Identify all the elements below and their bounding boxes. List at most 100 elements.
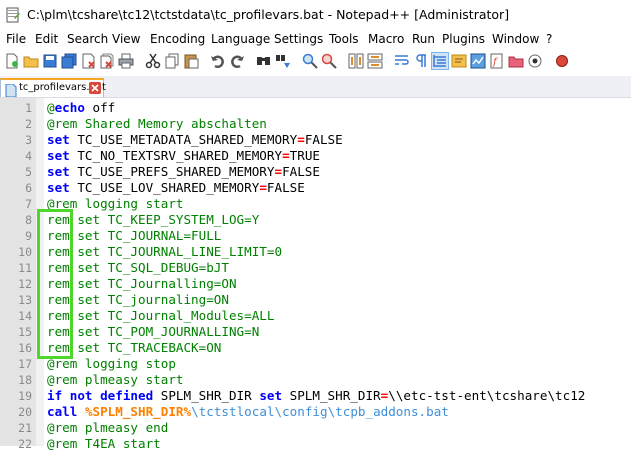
code-line[interactable]: 8 rem set TC_KEEP_SYSTEM_LOG=Y xyxy=(0,212,631,228)
menu-settings[interactable]: Settings xyxy=(274,32,323,46)
code-token: @rem plmeasy start xyxy=(47,372,184,387)
window-title: C:\plm\tcshare\tc12\tctstdata\tc_profile… xyxy=(27,7,510,22)
zoom-out-icon[interactable] xyxy=(321,53,337,69)
code-line[interactable]: 14 rem set TC_Journal_Modules=ALL xyxy=(0,308,631,324)
code-line[interactable]: 10 rem set TC_JOURNAL_LINE_LIMIT=0 xyxy=(0,244,631,260)
file-icon xyxy=(5,82,17,98)
menu-view[interactable]: View xyxy=(112,32,140,46)
code-text: @echo off xyxy=(47,100,115,115)
user-language-icon[interactable] xyxy=(451,53,467,69)
code-editor[interactable]: 1 @echo off 2 @rem Shared Memory abschalten… xyxy=(0,98,631,451)
code-token: set xyxy=(47,148,70,163)
code-line[interactable]: 21 @rem plmeasy end xyxy=(0,420,631,436)
line-number: 6 xyxy=(25,181,32,195)
code-token: SPLM_SHR_DIR xyxy=(282,388,381,403)
menu-help[interactable]: ? xyxy=(546,32,552,46)
code-token: rem set TC_journaling=ON xyxy=(47,292,229,307)
sync-vertical-icon[interactable] xyxy=(348,53,364,69)
code-text: rem set TC_SQL_DEBUG=bJT xyxy=(47,260,229,275)
redo-icon[interactable] xyxy=(229,53,245,69)
line-number: 10 xyxy=(18,245,32,259)
print-icon[interactable] xyxy=(118,53,134,69)
folder-workspace-icon[interactable] xyxy=(508,53,524,69)
code-token: rem set TC_JOURNAL_LINE_LIMIT=0 xyxy=(47,244,283,259)
monitoring-icon[interactable] xyxy=(527,53,543,69)
paste-icon[interactable] xyxy=(183,53,199,69)
cut-icon[interactable] xyxy=(145,53,161,69)
line-number: 11 xyxy=(18,261,32,275)
undo-icon[interactable] xyxy=(210,53,226,69)
open-file-icon[interactable] xyxy=(23,53,39,69)
code-line[interactable]: 5 set TC_USE_PREFS_SHARED_MEMORY=FALSE xyxy=(0,164,631,180)
line-number: 20 xyxy=(18,405,32,419)
menu-plugins[interactable]: Plugins xyxy=(442,32,485,46)
menu-bar: File Edit Search View Encoding Language … xyxy=(0,31,631,49)
code-line[interactable]: 17 @rem logging stop xyxy=(0,356,631,372)
indent-guide-icon[interactable] xyxy=(431,52,449,70)
code-line[interactable]: 16 rem set TC_TRACEBACK=ON xyxy=(0,340,631,356)
line-number: 1 xyxy=(25,101,32,115)
menu-search[interactable]: Search xyxy=(67,32,108,46)
menu-language[interactable]: Language xyxy=(211,32,270,46)
line-number: 14 xyxy=(18,309,32,323)
show-all-chars-icon[interactable] xyxy=(413,53,429,69)
code-line[interactable]: 15 rem set TC_POM_JOURNALLING=N xyxy=(0,324,631,340)
line-number: 7 xyxy=(25,197,32,211)
close-all-icon[interactable] xyxy=(99,53,115,69)
save-all-icon[interactable] xyxy=(61,53,77,69)
code-line[interactable]: 4 set TC_NO_TEXTSRV_SHARED_MEMORY=TRUE xyxy=(0,148,631,164)
new-file-icon[interactable] xyxy=(4,53,20,69)
code-line[interactable]: 12 rem set TC_Journalling=ON xyxy=(0,276,631,292)
menu-edit[interactable]: Edit xyxy=(35,32,58,46)
close-tab-icon[interactable] xyxy=(89,82,101,94)
copy-icon[interactable] xyxy=(164,53,180,69)
tab-tc-profilevars[interactable]: tc_profilevars.bat xyxy=(0,78,106,98)
close-icon[interactable] xyxy=(80,53,96,69)
menu-macro[interactable]: Macro xyxy=(368,32,404,46)
code-line[interactable]: 2 @rem Shared Memory abschalten xyxy=(0,116,631,132)
code-token: TC_USE_LOV_SHARED_MEMORY xyxy=(69,180,260,195)
code-token: = xyxy=(259,180,267,195)
code-text: @rem T4EA start xyxy=(47,436,161,451)
code-text: @rem plmeasy end xyxy=(47,420,168,435)
replace-icon[interactable] xyxy=(275,53,291,69)
save-icon[interactable] xyxy=(42,53,58,69)
menu-tools[interactable]: Tools xyxy=(329,32,359,46)
record-macro-icon[interactable] xyxy=(554,53,570,69)
code-line[interactable]: 18 @rem plmeasy start xyxy=(0,372,631,388)
code-line[interactable]: 3 set TC_USE_METADATA_SHARED_MEMORY=FALSE xyxy=(0,132,631,148)
code-token: rem set TC_Journal_Modules=ALL xyxy=(47,308,275,323)
code-line[interactable]: 13 rem set TC_journaling=ON xyxy=(0,292,631,308)
find-icon[interactable] xyxy=(256,53,272,69)
code-token: FALSE xyxy=(304,132,343,147)
code-token: \tctstlocal\config\tcpb_addons.bat xyxy=(191,404,449,419)
code-text: rem set TC_journaling=ON xyxy=(47,292,229,307)
code-line[interactable]: 6 set TC_USE_LOV_SHARED_MEMORY=FALSE xyxy=(0,180,631,196)
code-token: rem set TC_POM_JOURNALLING=N xyxy=(47,324,260,339)
sync-horizontal-icon[interactable] xyxy=(367,53,383,69)
doc-map-icon[interactable] xyxy=(470,53,486,69)
zoom-in-icon[interactable] xyxy=(302,53,318,69)
code-text: set TC_NO_TEXTSRV_SHARED_MEMORY=TRUE xyxy=(47,148,320,163)
line-number: 22 xyxy=(18,437,32,451)
code-token: TRUE xyxy=(289,148,320,163)
code-line[interactable]: 11 rem set TC_SQL_DEBUG=bJT xyxy=(0,260,631,276)
menu-file[interactable]: File xyxy=(6,32,26,46)
code-line[interactable]: 20 call %SPLM_SHR_DIR%\tctstlocal\config\… xyxy=(0,404,631,420)
code-line[interactable]: 22 @rem T4EA start xyxy=(0,436,631,452)
code-line[interactable]: 1 @echo off xyxy=(0,100,631,116)
line-number: 17 xyxy=(18,357,32,371)
code-token: = xyxy=(274,164,283,179)
code-line[interactable]: 19 if not defined SPLM_SHR_DIR set SPLM_S… xyxy=(0,388,631,404)
menu-run[interactable]: Run xyxy=(412,32,435,46)
line-number: 8 xyxy=(25,213,32,227)
line-number: 13 xyxy=(18,293,32,307)
function-list-icon[interactable]: f xyxy=(489,53,505,69)
word-wrap-icon[interactable] xyxy=(394,53,410,69)
code-line[interactable]: 7 @rem logging start xyxy=(0,196,631,212)
menu-encoding[interactable]: Encoding xyxy=(150,32,205,46)
code-text: @rem plmeasy start xyxy=(47,372,183,387)
code-line[interactable]: 9 rem set TC_JOURNAL=FULL xyxy=(0,228,631,244)
menu-window[interactable]: Window xyxy=(492,32,539,46)
